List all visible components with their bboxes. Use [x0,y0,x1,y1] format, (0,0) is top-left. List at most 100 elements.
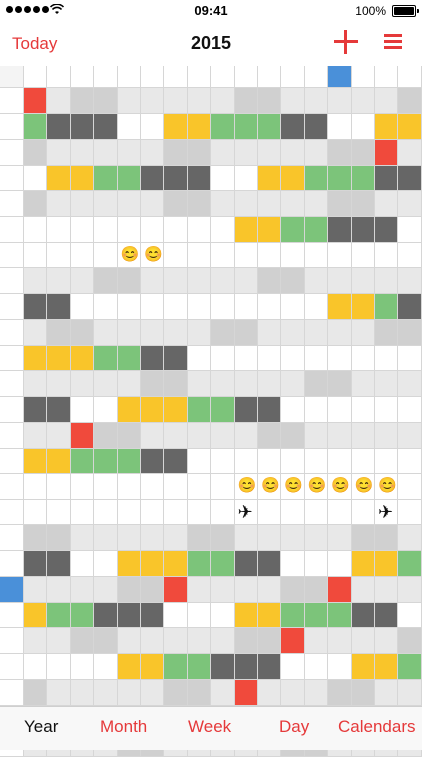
shift-cell-n[interactable] [398,294,422,320]
shift-cell-e[interactable] [70,345,95,371]
shift-cell-td[interactable] [141,294,165,320]
shift-cell-l[interactable] [328,602,352,628]
weekday-cell[interactable] [234,319,258,346]
weekday-cell[interactable] [94,422,118,449]
weekday-cell[interactable] [187,422,212,449]
weekday-cell[interactable] [258,679,282,706]
empty-cell[interactable] [187,448,212,474]
empty-cell[interactable] [351,448,375,474]
empty-cell[interactable] [328,474,352,500]
weekday-cell[interactable] [24,319,48,346]
weekday-cell[interactable] [328,679,352,706]
empty-cell[interactable] [281,499,305,525]
empty-cell[interactable] [328,448,352,474]
empty-cell[interactable] [164,602,188,628]
empty-cell[interactable] [258,242,282,268]
empty-cell[interactable] [351,499,375,525]
weekday-cell[interactable] [164,628,188,654]
empty-cell[interactable] [281,294,305,320]
day-number-header[interactable] [70,66,95,88]
weekday-cell[interactable] [258,371,282,397]
day-number-header[interactable] [24,66,48,88]
weekday-cell[interactable] [258,191,282,217]
shift-cell-l[interactable] [94,448,118,474]
shift-cell-l[interactable] [164,654,188,680]
shift-cell-n[interactable] [351,217,375,243]
weekday-cell[interactable] [117,88,141,114]
weekday-cell[interactable] [94,679,118,706]
weekday-cell[interactable] [234,139,258,166]
weekday-cell[interactable] [281,371,305,397]
day-number-header[interactable] [258,66,282,88]
shift-cell-l[interactable] [117,448,141,474]
weekday-cell[interactable] [234,679,258,706]
weekday-cell[interactable] [281,525,305,551]
empty-cell[interactable] [117,217,141,243]
shift-cell-n[interactable] [398,165,422,191]
shift-cell-e[interactable] [47,448,71,474]
shift-cell-n[interactable] [141,448,165,474]
empty-cell[interactable] [70,242,95,268]
empty-cell[interactable] [211,242,235,268]
empty-cell[interactable] [47,217,71,243]
empty-cell[interactable] [117,242,141,268]
tab-calendars[interactable]: Calendars [338,717,416,737]
weekday-cell[interactable] [351,525,375,551]
shift-cell-n[interactable] [141,165,165,191]
empty-cell[interactable] [375,448,399,474]
day-number-header[interactable] [47,66,71,88]
weekday-cell[interactable] [304,139,329,166]
weekday-cell[interactable] [304,191,329,217]
weekday-cell[interactable] [258,88,282,114]
empty-cell[interactable] [24,474,48,500]
empty-cell[interactable] [70,217,95,243]
shift-cell-e[interactable] [234,602,258,628]
add-icon[interactable] [334,30,358,54]
shift-cell-td[interactable] [164,294,188,320]
weekday-cell[interactable] [211,679,235,706]
weekday-cell[interactable] [141,268,165,294]
empty-cell[interactable] [24,217,48,243]
empty-cell[interactable] [24,242,48,268]
empty-cell[interactable] [398,242,422,268]
weekday-cell[interactable] [187,139,212,166]
empty-cell[interactable] [47,499,71,525]
weekday-cell[interactable] [70,628,95,654]
weekday-cell[interactable] [187,628,212,654]
weekday-cell[interactable] [375,88,399,114]
weekday-cell[interactable] [70,268,95,294]
weekday-cell[interactable] [328,628,352,654]
weekday-cell[interactable] [375,628,399,654]
weekday-cell[interactable] [351,88,375,114]
empty-cell[interactable] [281,474,305,500]
weekday-cell[interactable] [234,191,258,217]
empty-cell[interactable] [164,499,188,525]
weekday-cell[interactable] [211,371,235,397]
weekday-cell[interactable] [164,88,188,114]
shift-cell-e[interactable] [24,602,48,628]
shift-cell-n[interactable] [47,114,71,140]
weekday-cell[interactable] [351,628,375,654]
shift-cell-n[interactable] [24,294,48,320]
empty-cell[interactable] [234,499,258,525]
empty-cell[interactable] [70,654,95,680]
weekday-cell[interactable] [328,88,352,114]
shift-cell-e[interactable] [117,654,141,680]
weekday-cell[interactable] [398,679,422,706]
empty-cell[interactable] [281,397,305,423]
shift-cell-n[interactable] [164,448,188,474]
shift-cell-e[interactable] [117,551,141,577]
weekday-cell[interactable] [47,628,71,654]
weekday-cell[interactable] [187,88,212,114]
empty-cell[interactable] [94,499,118,525]
shift-cell-td[interactable] [328,345,352,371]
weekday-cell[interactable] [258,525,282,551]
shift-cell-l[interactable] [281,602,305,628]
empty-cell[interactable] [258,474,282,500]
weekday-cell[interactable] [281,139,305,166]
weekday-cell[interactable] [94,268,118,294]
day-number-header[interactable] [94,66,118,88]
shift-cell-n[interactable] [258,551,282,577]
empty-cell[interactable] [141,499,165,525]
shift-cell-n[interactable] [141,345,165,371]
